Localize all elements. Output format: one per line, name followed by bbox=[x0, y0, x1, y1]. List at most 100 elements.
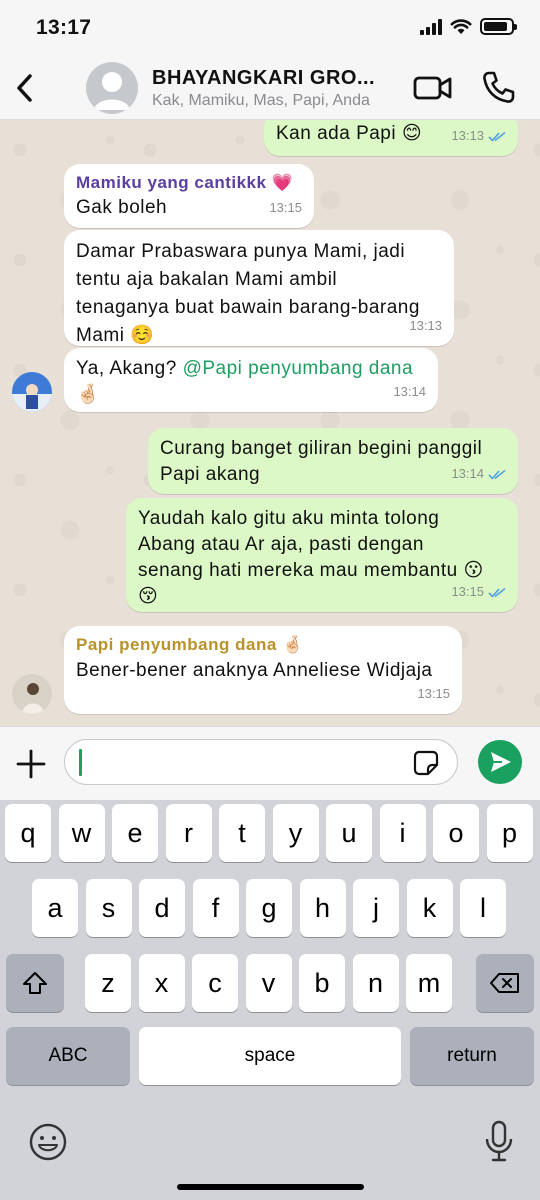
key-s[interactable]: s bbox=[85, 879, 132, 937]
key-p[interactable]: p bbox=[486, 804, 533, 862]
shift-icon bbox=[23, 972, 47, 994]
message-text: Gak boleh bbox=[76, 197, 168, 218]
key-e[interactable]: e bbox=[112, 804, 158, 862]
read-ticks-icon bbox=[488, 469, 506, 480]
message-line: Abang atau Ar aja, pasti dengan bbox=[138, 534, 424, 555]
keyboard: qwertyuiop asdfghjkl zxcvbnm ABC space r… bbox=[0, 800, 540, 1200]
key-y[interactable]: y bbox=[272, 804, 319, 862]
message-emoji: 🤞🏻 bbox=[76, 384, 101, 405]
message-time: 13:14 bbox=[393, 384, 426, 399]
status-bar: 13:17 bbox=[0, 0, 540, 58]
key-x[interactable]: x bbox=[138, 954, 185, 1012]
backspace-icon bbox=[490, 973, 519, 993]
avatar-photo-icon bbox=[12, 674, 52, 714]
backspace-key[interactable] bbox=[476, 954, 534, 1012]
message-meta: 13:13 bbox=[451, 122, 506, 150]
message-time: 13:13 bbox=[451, 128, 484, 143]
battery-icon bbox=[480, 18, 517, 35]
video-camera-icon[interactable] bbox=[412, 70, 454, 106]
key-i[interactable]: i bbox=[379, 804, 426, 862]
key-k[interactable]: k bbox=[406, 879, 453, 937]
message-list[interactable]: Kan ada Papi 😊 13:13 Mamiku yang cantikk… bbox=[0, 120, 540, 726]
message-line: tentu aja bakalan Mami ambil bbox=[76, 269, 338, 290]
avatar-photo-icon bbox=[12, 372, 52, 412]
home-indicator bbox=[177, 1184, 364, 1190]
message-input[interactable] bbox=[64, 739, 458, 785]
emoji-icon[interactable] bbox=[28, 1122, 68, 1162]
chat-participants[interactable]: Kak, Mamiku, Mas, Papi, Anda bbox=[152, 92, 400, 110]
message-text-start: Ya, Akang? bbox=[76, 358, 183, 379]
sender-name[interactable]: Papi penyumbang dana 🤞🏻 bbox=[76, 634, 450, 656]
message-incoming[interactable]: Mamiku yang cantikkk 💗 Gak boleh 13:15 bbox=[64, 164, 314, 228]
key-a[interactable]: a bbox=[32, 879, 78, 937]
sender-avatar[interactable] bbox=[12, 674, 52, 714]
message-line: tenaganya buat bawain barang-barang bbox=[76, 297, 420, 318]
message-time: 13:14 bbox=[451, 466, 484, 481]
message-line: Damar Prabaswara punya Mami, jadi bbox=[76, 241, 406, 262]
key-l[interactable]: l bbox=[460, 879, 506, 937]
status-icons bbox=[420, 18, 517, 35]
key-n[interactable]: n bbox=[352, 954, 399, 1012]
text-cursor bbox=[79, 749, 82, 776]
message-meta: 13:13 bbox=[409, 312, 442, 340]
abc-key[interactable]: ABC bbox=[6, 1027, 130, 1085]
key-d[interactable]: d bbox=[139, 879, 185, 937]
send-icon bbox=[491, 752, 511, 772]
status-time: 13:17 bbox=[36, 16, 92, 39]
message-outgoing[interactable]: Kan ada Papi 😊 13:13 bbox=[264, 120, 518, 156]
key-v[interactable]: v bbox=[245, 954, 292, 1012]
sender-avatar[interactable] bbox=[12, 372, 52, 412]
message-time: 13:13 bbox=[409, 318, 442, 333]
message-text: Bener-bener anaknya Anneliese Widjaja bbox=[76, 660, 433, 681]
key-f[interactable]: f bbox=[192, 879, 239, 937]
key-u[interactable]: u bbox=[326, 804, 372, 862]
message-line: Mami ☺️ bbox=[76, 325, 155, 346]
return-key[interactable]: return bbox=[410, 1027, 534, 1085]
message-text: Ya, Akang? @Papi penyumbang dana 🤞🏻 bbox=[76, 356, 426, 408]
message-time: 13:15 bbox=[269, 200, 302, 215]
composer-bar bbox=[0, 726, 540, 800]
key-q[interactable]: q bbox=[5, 804, 51, 862]
message-time: 13:15 bbox=[417, 686, 450, 701]
message-incoming[interactable]: Papi penyumbang dana 🤞🏻 Bener-bener anak… bbox=[64, 626, 462, 714]
person-placeholder-icon bbox=[94, 72, 130, 110]
key-w[interactable]: w bbox=[58, 804, 105, 862]
message-line: Curang banget giliran begini panggil bbox=[160, 438, 483, 459]
mention-link[interactable]: @Papi penyumbang dana bbox=[183, 358, 414, 379]
message-incoming[interactable]: Ya, Akang? @Papi penyumbang dana 🤞🏻 13:1… bbox=[64, 348, 438, 412]
message-meta: 13:14 bbox=[451, 460, 506, 488]
group-avatar[interactable] bbox=[86, 62, 138, 114]
key-c[interactable]: c bbox=[192, 954, 238, 1012]
key-h[interactable]: h bbox=[299, 879, 346, 937]
key-o[interactable]: o bbox=[433, 804, 479, 862]
read-ticks-icon bbox=[488, 131, 506, 142]
space-key[interactable]: space bbox=[139, 1027, 401, 1085]
cellular-signal-icon bbox=[420, 18, 442, 35]
phone-icon[interactable] bbox=[478, 68, 518, 108]
key-r[interactable]: r bbox=[165, 804, 212, 862]
send-button[interactable] bbox=[478, 740, 522, 784]
key-z[interactable]: z bbox=[85, 954, 131, 1012]
sticker-icon[interactable] bbox=[413, 750, 439, 776]
microphone-icon[interactable] bbox=[484, 1120, 514, 1162]
key-t[interactable]: t bbox=[219, 804, 265, 862]
message-meta: 13:15 bbox=[269, 194, 302, 222]
key-j[interactable]: j bbox=[353, 879, 399, 937]
read-ticks-icon bbox=[488, 587, 506, 598]
message-meta: 13:15 bbox=[451, 578, 506, 606]
message-incoming[interactable]: Damar Prabaswara punya Mami, jadi tentu … bbox=[64, 230, 454, 346]
wifi-icon bbox=[450, 19, 472, 34]
key-m[interactable]: m bbox=[406, 954, 452, 1012]
plus-icon[interactable] bbox=[14, 747, 48, 781]
chevron-left-icon[interactable] bbox=[10, 66, 40, 110]
message-outgoing[interactable]: Curang banget giliran begini panggil Pap… bbox=[148, 428, 518, 494]
key-g[interactable]: g bbox=[246, 879, 292, 937]
message-line: Yaudah kalo gitu aku minta tolong bbox=[138, 508, 440, 529]
message-meta: 13:14 bbox=[393, 378, 426, 406]
message-outgoing[interactable]: Yaudah kalo gitu aku minta tolong Abang … bbox=[126, 498, 518, 612]
chat-header: BHAYANGKARI GRO... Kak, Mamiku, Mas, Pap… bbox=[0, 58, 540, 120]
sender-name[interactable]: Mamiku yang cantikkk 💗 bbox=[76, 172, 302, 194]
key-b[interactable]: b bbox=[299, 954, 345, 1012]
shift-key[interactable] bbox=[6, 954, 64, 1012]
chat-title[interactable]: BHAYANGKARI GRO... bbox=[152, 67, 400, 90]
